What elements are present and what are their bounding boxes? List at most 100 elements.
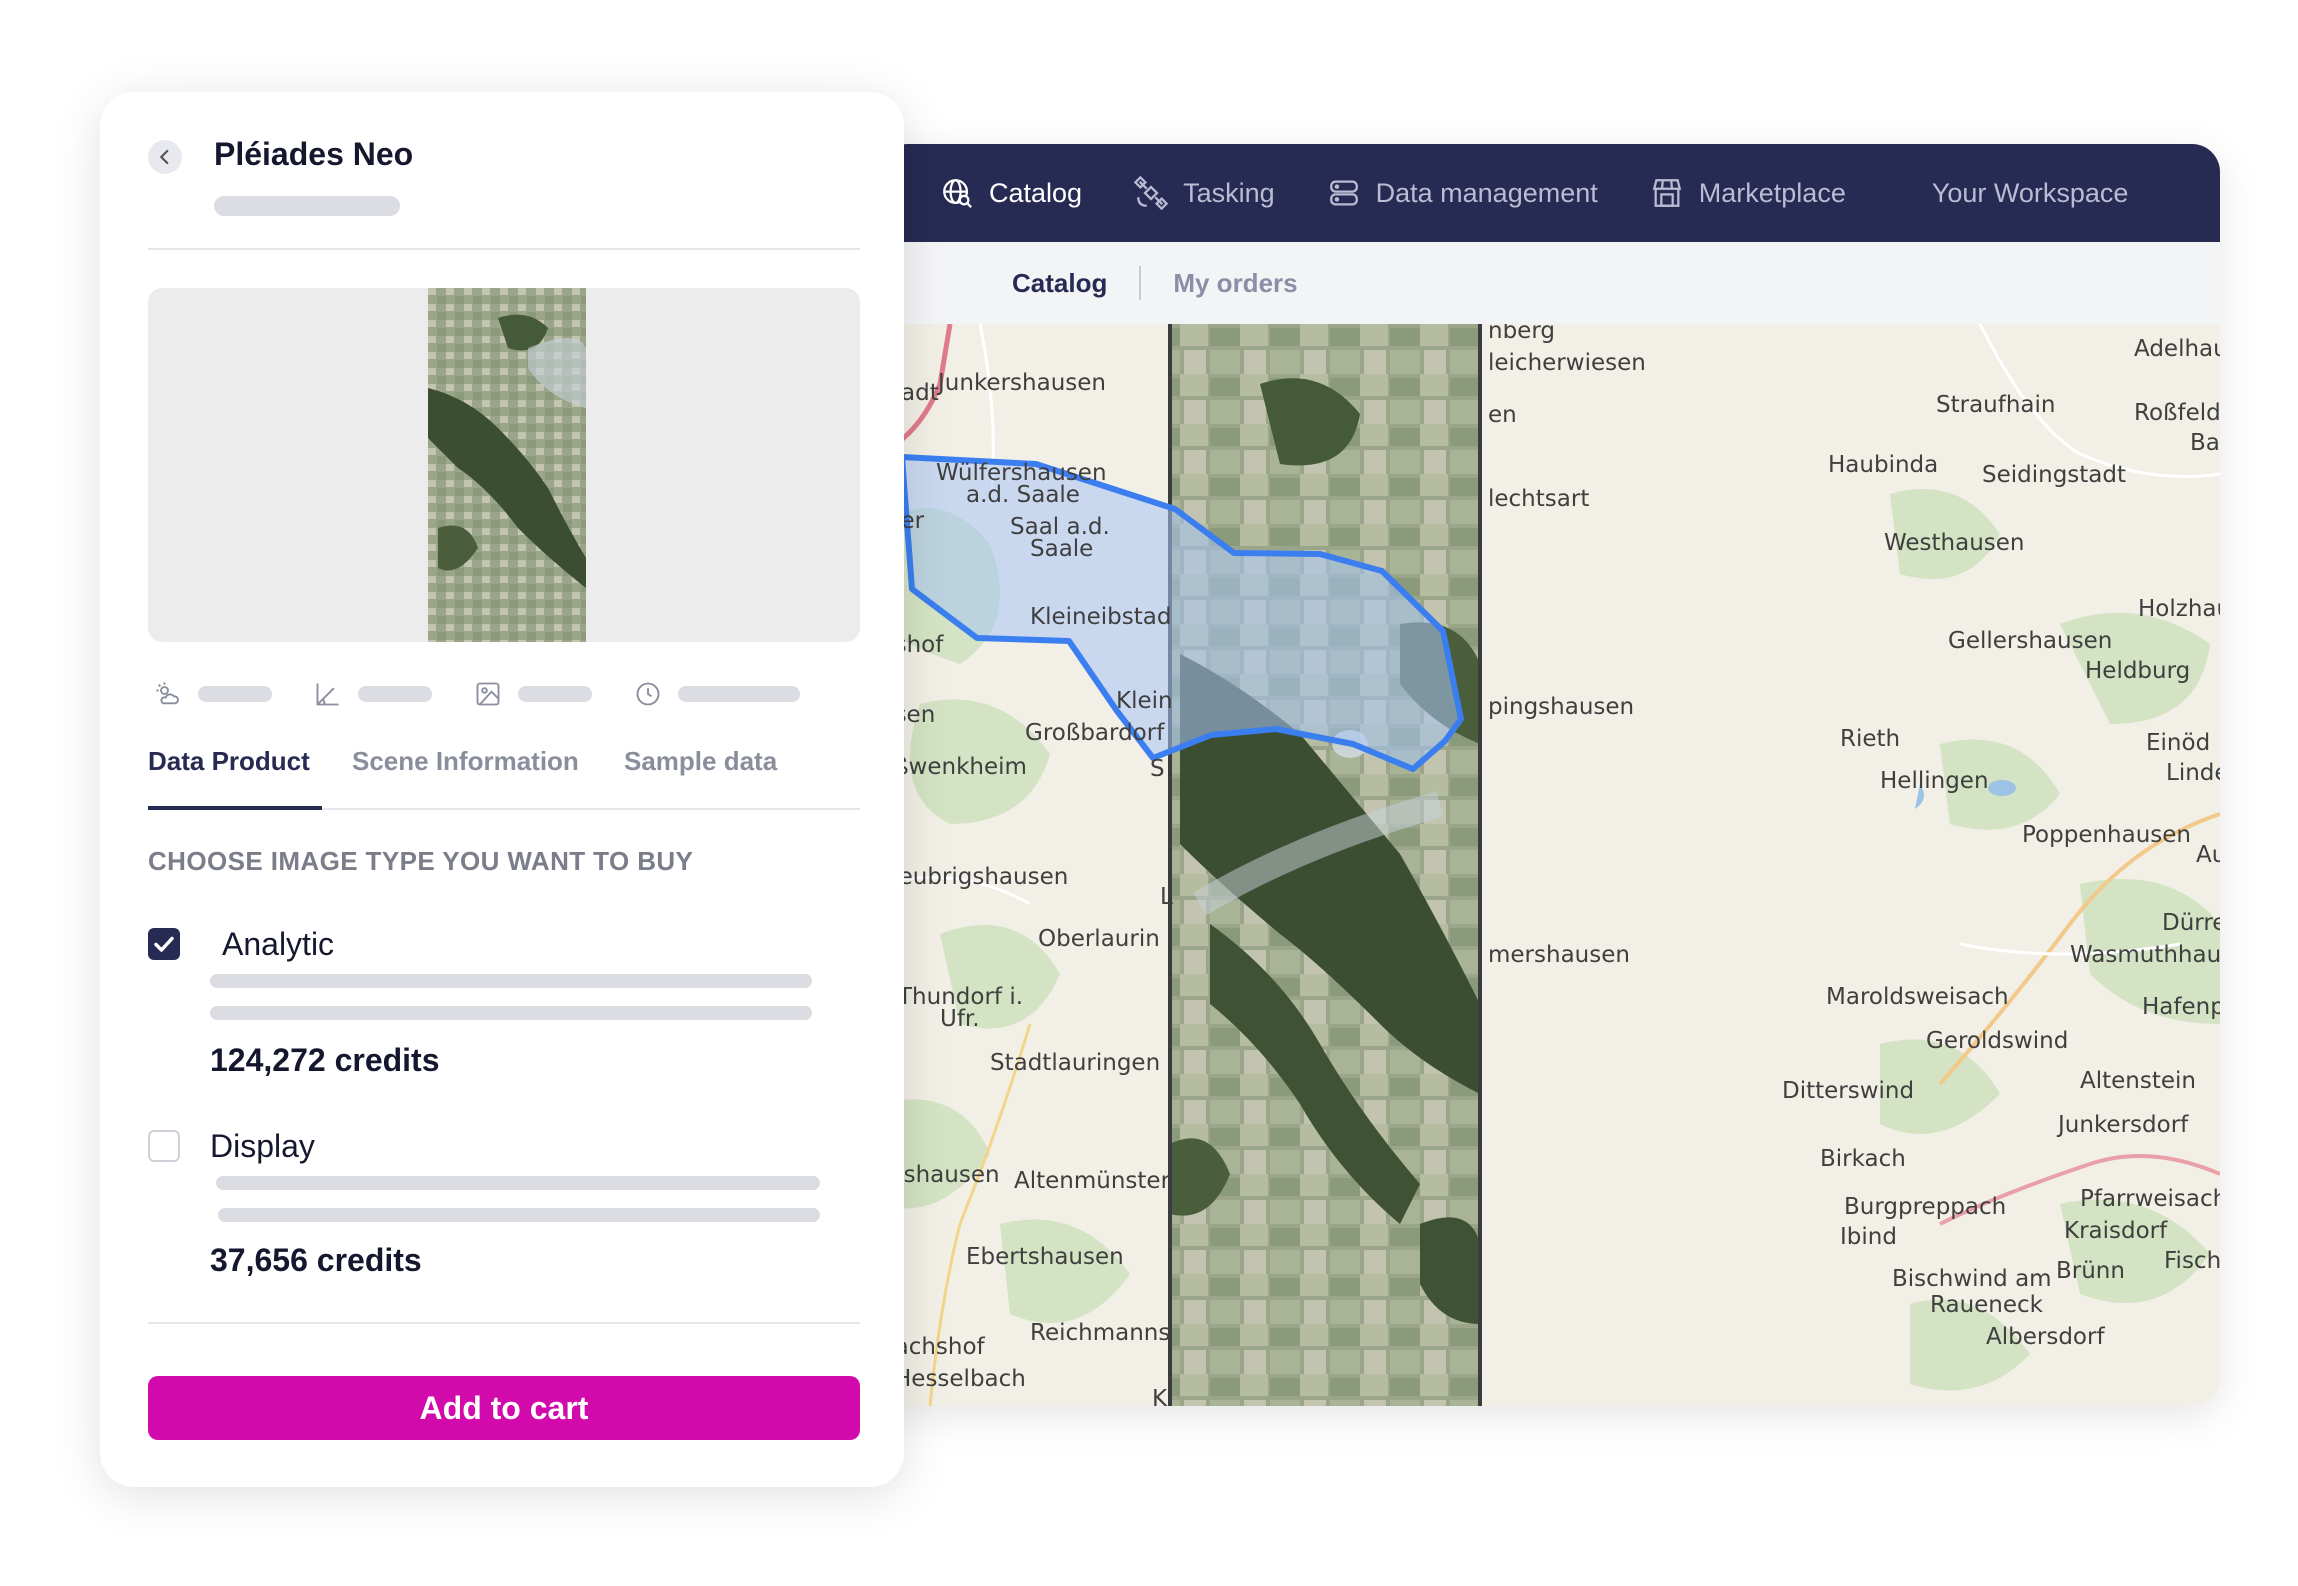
map-label: pingshausen — [1488, 694, 1634, 720]
display-label[interactable]: Display — [210, 1128, 315, 1165]
map-label: Linden — [2166, 760, 2220, 786]
display-checkbox[interactable] — [148, 1130, 180, 1162]
analytic-description-placeholder — [210, 974, 812, 988]
map-label: Hesselbach — [894, 1366, 1026, 1392]
map-label: Burgpreppach — [1844, 1194, 2006, 1220]
active-tab-indicator — [148, 806, 322, 810]
map-label: Ufr. — [940, 1006, 980, 1032]
product-title: Pléiades Neo — [214, 136, 414, 172]
map-label: Bac — [2190, 430, 2220, 456]
map-label: Maroldsweisach — [1826, 984, 2009, 1010]
map-label: Altenstein — [2080, 1068, 2196, 1094]
map-label: Rieth — [1840, 726, 1900, 752]
store-icon — [1652, 179, 1681, 207]
map-label: Junkershausen — [936, 370, 1106, 396]
footer-divider — [148, 1322, 860, 1324]
map-label: en — [1488, 402, 1517, 428]
subtab-my-orders[interactable]: My orders — [1173, 268, 1297, 299]
map-label: Hellingen — [1880, 768, 1989, 794]
map-label: Raueneck — [1930, 1292, 2044, 1318]
product-panel: Pléiades Neo Data Product Scene Informat… — [100, 92, 904, 1487]
stage: Catalog Tasking Data management Marketpl… — [0, 0, 2298, 1586]
analytic-credits: 124,272 credits — [210, 1042, 440, 1078]
map-label: Ibind — [1840, 1224, 1897, 1250]
nav-item-catalog[interactable]: Catalog — [940, 144, 1082, 242]
top-navigation: Catalog Tasking Data management Marketpl… — [880, 144, 2220, 242]
subtab-catalog[interactable]: Catalog — [1012, 268, 1107, 299]
map-label: Einöd — [2146, 730, 2210, 756]
map-label: Adelhaus — [2134, 336, 2220, 362]
tab-sample-data[interactable]: Sample data — [624, 746, 777, 777]
map-svg[interactable]: Junkershausen Wülfershausen a.d. Saale S… — [880, 324, 2220, 1406]
map-lake — [1988, 780, 2016, 796]
satellite-icon — [1134, 176, 1169, 210]
subtitle-placeholder — [214, 196, 400, 216]
checkmark-icon — [154, 936, 174, 952]
clock-icon — [636, 682, 660, 706]
nav-item-label: Catalog — [989, 177, 1083, 208]
map-label: Bischwind am — [1892, 1266, 2052, 1292]
map-label: Gellershausen — [1948, 628, 2112, 654]
map-label: Geroldswind — [1926, 1028, 2068, 1054]
header-divider — [148, 248, 860, 250]
map-label: Westhausen — [1884, 530, 2025, 556]
scene-preview — [148, 288, 860, 642]
map-label: Wasmuthhaus — [2070, 942, 2220, 968]
map-label: Junkersdorf — [2056, 1112, 2189, 1138]
map-label: Brünn — [2056, 1258, 2125, 1284]
map-label: Birkach — [1820, 1146, 1906, 1172]
map-label: Roßfeld — [2134, 400, 2220, 426]
map-label: L — [1160, 884, 1173, 910]
tab-data-product[interactable]: Data Product — [148, 746, 310, 777]
map-label: Straufhain — [1936, 392, 2055, 418]
map-canvas[interactable]: Junkershausen Wülfershausen a.d. Saale S… — [880, 324, 2220, 1406]
map-label: nberg — [1488, 324, 1555, 344]
map-window: Catalog Tasking Data management Marketpl… — [880, 144, 2220, 1406]
resolution-placeholder — [518, 686, 592, 702]
map-label: Albersdorf — [1986, 1324, 2105, 1350]
map-label: S — [1150, 756, 1165, 782]
angle-icon — [316, 683, 339, 706]
cloud-sun-icon — [156, 682, 179, 705]
analytic-description-placeholder — [210, 1006, 812, 1020]
scene-thumbnail — [428, 288, 586, 642]
map-label: Kraisdorf — [2064, 1218, 2168, 1244]
map-label: Oberlaurin — [1038, 926, 1160, 952]
back-button[interactable] — [148, 140, 182, 174]
workspace-label: Your Workspace — [1931, 177, 2129, 208]
map-label: Haubinda — [1828, 452, 1938, 478]
tab-scene-information[interactable]: Scene Information — [352, 746, 579, 777]
cloud-cover-placeholder — [198, 686, 272, 702]
nav-item-data-management[interactable]: Data management — [1327, 144, 1598, 242]
map-label: Altenmünster — [1014, 1168, 1171, 1194]
map-label: a.d. Saale — [966, 482, 1080, 508]
panel-tabs: Data Product Scene Information Sample da… — [148, 746, 860, 808]
nav-item-label: Data management — [1375, 177, 1598, 208]
map-label: Seubrigshausen — [884, 864, 1068, 890]
analytic-label[interactable]: Analytic — [222, 926, 334, 963]
map-label: Stadtlauringen — [990, 1050, 1160, 1076]
map-label: Kleineibstad — [1030, 604, 1171, 630]
map-label: Dürrenried — [2162, 910, 2220, 936]
satellite-scene[interactable] — [1168, 324, 1482, 1406]
nav-item-workspace[interactable]: Your Workspace — [1932, 144, 2129, 242]
map-label: Fischl — [2164, 1248, 2220, 1274]
globe-search-icon — [943, 179, 972, 208]
subtab-separator — [1139, 266, 1142, 300]
map-label: Pfarrweisach — [2080, 1186, 2220, 1212]
image-icon — [476, 682, 500, 706]
map-label: Hafenpre — [2142, 994, 2220, 1020]
display-credits: 37,656 credits — [210, 1242, 422, 1278]
nav-item-tasking[interactable]: Tasking — [1134, 144, 1275, 242]
chevron-left-icon — [160, 149, 169, 165]
add-to-cart-button[interactable]: Add to cart — [148, 1376, 860, 1440]
nav-item-label: Marketplace — [1698, 177, 1846, 208]
map-label: Klein — [1116, 688, 1173, 714]
map-label: Holzhause — [2138, 596, 2220, 622]
map-label: lechtsart — [1488, 486, 1589, 512]
section-heading: CHOOSE IMAGE TYPE YOU WANT TO BUY — [148, 846, 694, 876]
map-label: Ebertshausen — [966, 1244, 1124, 1270]
map-label: mershausen — [1488, 942, 1630, 968]
analytic-checkbox[interactable] — [148, 928, 180, 960]
nav-item-marketplace[interactable]: Marketplace — [1650, 144, 1846, 242]
